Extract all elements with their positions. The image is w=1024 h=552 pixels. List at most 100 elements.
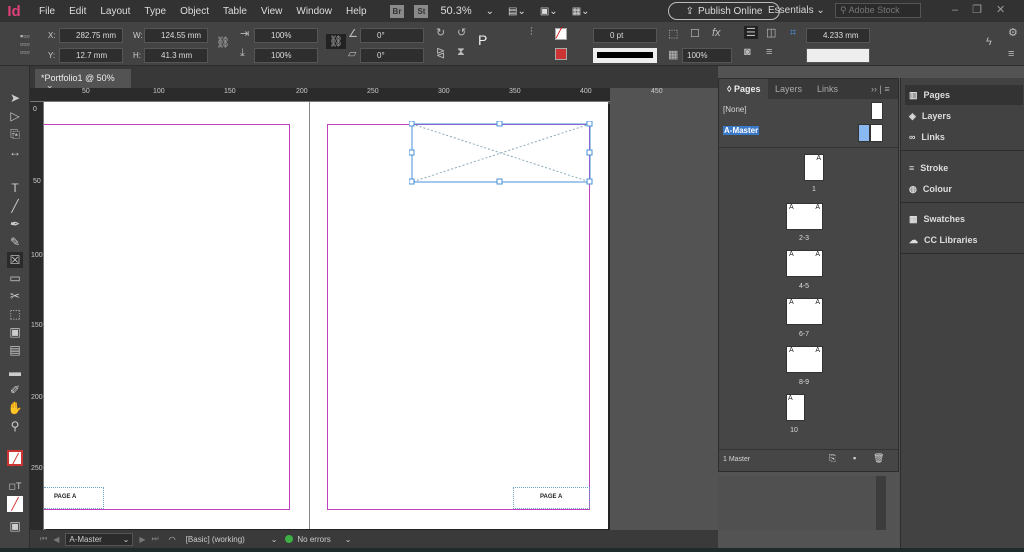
minimize-icon[interactable]: – [952,4,972,16]
stroke-swatch[interactable] [555,48,567,60]
vertical-ruler[interactable]: 0 50 100 150 200 250 [30,102,44,530]
page-thumb-10[interactable]: A [786,394,805,421]
profile-dropdown-icon[interactable]: ⌄ [271,535,278,544]
bridge-button[interactable]: Br [389,4,405,18]
constrain-proportions-icon[interactable]: ⛓ [216,36,230,49]
rectangle-tool-icon[interactable]: ▭ [7,270,23,286]
type-tool-icon[interactable]: T [7,180,23,196]
open-document-icon[interactable]: ◠ [169,535,176,544]
left-footer-frame[interactable]: PAGE A [44,487,104,509]
arrange-documents-icon[interactable]: ▦⌄ [572,6,590,17]
workspace-switcher[interactable]: Essentials ⌄ [768,5,825,16]
tab-portfolio1[interactable]: *Portfolio1 @ 50% × [35,69,131,93]
line-tool-icon[interactable]: ╱ [7,198,23,214]
free-transform-tool-icon[interactable]: ⬚ [7,306,23,322]
first-page-icon[interactable]: ⏮ [40,534,47,544]
style-dropdown[interactable] [806,48,870,63]
selection-container-icon[interactable]: P [478,32,487,48]
menu-file[interactable]: File [39,6,55,17]
dock-cc-libraries[interactable]: ☁ CC Libraries [905,230,1023,250]
shadow-icon[interactable]: ☐ [690,27,700,40]
fill-swatch[interactable]: ╱ [555,28,567,40]
settings-gear-icon[interactable]: ⚙ [1008,26,1018,39]
menu-window[interactable]: Window [296,6,332,17]
link-scale-icon[interactable]: ⛓ [326,34,346,49]
pencil-tool-icon[interactable]: ✎ [7,234,23,250]
gradient-feather-tool-icon[interactable]: ▤ [7,342,23,358]
preflight-dropdown-icon[interactable]: ⌄ [345,535,352,544]
view-options-icon[interactable]: ▤⌄ [508,6,526,17]
scale-y-field[interactable]: 100% [254,48,318,63]
right-footer-frame[interactable]: PAGE A [513,487,590,509]
selection-tool-icon[interactable]: ➤ [7,90,23,106]
panel-menu-icon[interactable]: ›› | ≡ [863,79,898,99]
dock-links[interactable]: ∞ Links [905,127,1023,147]
quick-apply-icon[interactable]: ϟ [986,36,992,48]
rotate-ccw-icon[interactable]: ↺ [457,26,466,39]
horizontal-ruler[interactable]: 50 100 150 200 250 300 350 400 450 [30,88,663,102]
page-thumb-2-3[interactable]: AA [786,203,823,230]
selected-graphic-frame[interactable] [409,121,594,186]
restore-icon[interactable]: ❐ [972,4,996,16]
frame-icon[interactable]: ⬚ [668,27,678,40]
stock-button[interactable]: St [414,4,429,18]
menu-edit[interactable]: Edit [69,6,86,17]
a-master-thumb-left[interactable] [858,124,870,142]
close-icon[interactable]: ✕ [996,4,1019,16]
window-controls[interactable]: –❐✕ [952,3,1019,16]
menu-table[interactable]: Table [223,6,247,17]
distribute-icon[interactable]: ⫶ [530,26,533,39]
delete-page-icon[interactable]: 🗑 [873,453,884,464]
panel-scroll-area[interactable] [718,476,886,530]
opacity-field[interactable]: 100% [682,48,732,63]
y-field[interactable]: 12.7 mm [59,48,123,63]
tab-pages[interactable]: ◊ Pages [719,79,769,99]
apply-none-icon[interactable]: ╱ [7,496,23,512]
width-field[interactable]: 124.55 mm [144,28,208,43]
page-selector[interactable]: A-Master ⌄ [65,532,134,546]
stroke-type-dropdown[interactable] [593,48,657,63]
zoom-tool-icon[interactable]: ⚲ [7,418,23,434]
dock-layers[interactable]: ◈ Layers [905,106,1023,126]
stroke-weight-field[interactable]: 0 pt [593,28,657,43]
page-thumb-6-7[interactable]: AA [786,298,823,325]
flip-horizontal-icon[interactable]: ⧎ [436,46,445,59]
wrap-shape-icon[interactable]: ◙ [744,46,751,58]
menu-layout[interactable]: Layout [100,6,130,17]
reference-point-icon[interactable]: ▪▫▫ ▫▫▫ ▫▫▫ [20,32,30,57]
fill-stroke-icon[interactable]: ╱ [7,450,23,467]
panel-menu-icon[interactable]: ≡ [1008,48,1014,60]
auto-fit-icon[interactable]: ⌗ [790,27,796,40]
rotate-field[interactable]: 0° [360,28,424,43]
text-wrap-none-icon[interactable]: ☰ [744,26,758,39]
dock-swatches[interactable]: ▦ Swatches [905,209,1023,229]
tab-links[interactable]: Links [809,79,846,99]
x-field[interactable]: 282.75 mm [59,28,123,43]
menu-object[interactable]: Object [180,6,209,17]
new-page-icon[interactable]: ▪ [853,453,856,463]
adobe-stock-search[interactable]: ⚲ Adobe Stock [835,3,921,18]
menu-help[interactable]: Help [346,6,367,17]
document-spread[interactable]: PAGE A PAGE A [44,102,608,529]
menu-view[interactable]: View [261,6,283,17]
zoom-dropdown-icon[interactable]: ⌄ [486,6,494,17]
screen-mode-icon[interactable]: ▣⌄ [540,6,558,17]
page-thumb-8-9[interactable]: AA [786,346,823,373]
gap-tool-icon[interactable]: ↔ [7,144,23,160]
tab-layers[interactable]: Layers [767,79,810,99]
page-thumb-4-5[interactable]: AA [786,250,823,277]
dock-pages[interactable]: ▥ Pages [905,85,1023,105]
zoom-level[interactable]: 50.3% [440,5,471,17]
shear-field[interactable]: 0° [360,48,424,63]
rectangle-frame-tool-icon[interactable]: ☒ [7,252,23,268]
height-field[interactable]: 41.3 mm [144,48,208,63]
preflight-profile[interactable]: [Basic] (working) [186,535,271,544]
none-master[interactable]: [None] [723,105,747,114]
page-thumb-1[interactable]: A [804,154,824,181]
direct-selection-tool-icon[interactable]: ▷ [7,108,23,124]
scale-x-field[interactable]: 100% [254,28,318,43]
dock-stroke[interactable]: ≡ Stroke [905,158,1023,178]
pen-tool-icon[interactable]: ✒ [7,216,23,232]
wrap-bounding-box-icon[interactable]: ◫ [766,26,776,39]
scissors-tool-icon[interactable]: ✂ [7,288,23,304]
